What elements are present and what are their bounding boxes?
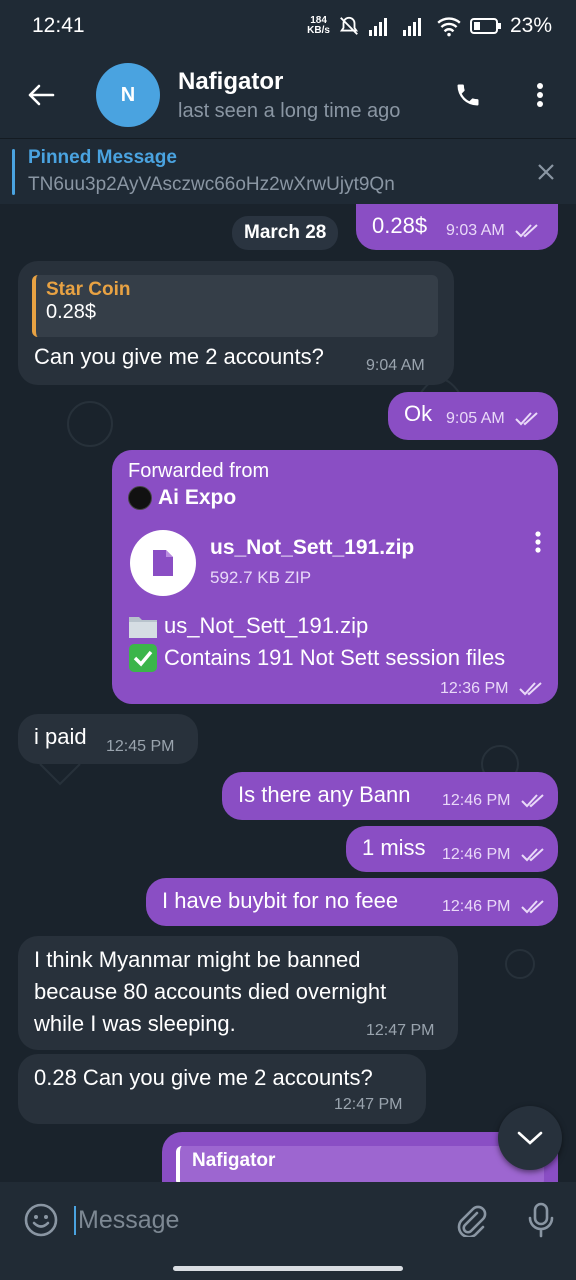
message-time: 12:46 PM [442, 898, 511, 915]
message-bubble-outgoing[interactable]: Ok 9:05 AM [388, 392, 558, 440]
status-bar: 12:41 184 KB/s 23% [0, 0, 576, 52]
message-time: 12:46 PM [442, 792, 511, 809]
battery-percent: 23% [509, 14, 552, 37]
home-indicator[interactable] [173, 1266, 403, 1271]
double-check-icon [521, 794, 544, 808]
pinned-message[interactable]: Pinned Message TN6uu3p2AyVAsczwc66oHz2wX… [0, 138, 576, 204]
file-icon [153, 550, 173, 576]
file-size: 592.7 KB ZIP [210, 568, 312, 587]
message-text: i paid [34, 724, 87, 749]
message-bubble-incoming[interactable]: Star Coin 0.28$ Can you give me 2 accoun… [18, 261, 454, 385]
chat-header: N Nafigator last seen a long time ago [0, 52, 576, 138]
more-vertical-icon [535, 531, 541, 553]
emoji-button[interactable] [0, 1202, 82, 1238]
reply-quote-text: 0.28$ [46, 301, 97, 323]
double-check-icon [521, 900, 544, 914]
reply-quote[interactable]: Nafigator [176, 1146, 544, 1182]
message-time: 9:04 AM [366, 357, 425, 374]
avatar[interactable]: N [96, 63, 160, 127]
pinned-label: Pinned Message [28, 147, 177, 168]
bell-muted-icon [339, 16, 359, 35]
source-avatar [128, 486, 152, 510]
status-icons: 184 KB/s 23% [307, 14, 552, 38]
message-bubble-incoming[interactable]: I think Myanmar might be banned because … [18, 936, 458, 1050]
status-time: 12:41 [32, 14, 85, 37]
message-time: 12:47 PM [366, 1022, 435, 1039]
date-separator: March 28 [232, 216, 339, 250]
chevron-down-icon [517, 1131, 543, 1145]
message-text-line-3: while I was sleeping. [34, 1011, 236, 1036]
message-text: 0.28$ [372, 213, 428, 238]
double-check-icon [521, 848, 544, 862]
call-button[interactable] [432, 52, 504, 138]
more-button[interactable] [504, 52, 576, 138]
pinned-value: TN6uu3p2AyVAsczwc66oHz2wXrwUjyt9Qn [28, 174, 395, 195]
message-text: 0.28 Can you give me 2 accounts? [34, 1065, 373, 1090]
signal-icon [368, 18, 387, 36]
message-text-line-2: because 80 accounts died overnight [34, 979, 387, 1004]
reply-quote-name: Star Coin [46, 279, 131, 300]
message-bubble-outgoing[interactable]: 0.28$ 9:03 AM [356, 204, 558, 250]
file-name[interactable]: us_Not_Sett_191.zip [210, 536, 414, 560]
system-nav-bar [0, 1258, 576, 1280]
reply-quote[interactable]: Star Coin 0.28$ [32, 275, 438, 337]
microphone-icon [528, 1202, 554, 1238]
double-check-icon [515, 224, 538, 238]
close-icon [538, 163, 554, 180]
message-time: 12:47 PM [334, 1096, 403, 1113]
arrow-left-icon [28, 84, 55, 106]
scroll-down-button[interactable] [498, 1106, 562, 1170]
back-button[interactable] [0, 52, 82, 138]
message-bubble-outgoing[interactable]: Is there any Bann 12:46 PM [222, 772, 558, 820]
net-speed: 184 KB/s [307, 15, 330, 36]
chat-area[interactable]: 0.28$ 9:03 AM March 28 Star Coin 0.28$ C… [0, 204, 576, 1182]
paperclip-icon [457, 1205, 487, 1237]
forwarded-file-message[interactable]: Forwarded from Ai Expo us_Not_Sett_191.z… [112, 450, 558, 704]
folder-icon [129, 617, 157, 638]
smile-icon [24, 1203, 58, 1237]
message-time: 12:36 PM [440, 680, 509, 697]
more-vertical-icon [537, 83, 543, 107]
caption-line-2: Contains 191 Not Sett session files [164, 645, 506, 670]
message-text: 1 miss [362, 835, 426, 860]
chat-name: Nafigator [178, 67, 284, 95]
signal-icon-2 [402, 18, 421, 36]
battery-icon [469, 18, 501, 34]
forwarded-label: Forwarded from [128, 460, 270, 482]
message-bubble-outgoing[interactable]: I have buybit for no feee 12:46 PM [146, 878, 558, 926]
message-text: Is there any Bann [238, 782, 411, 807]
chat-title-block[interactable]: Nafigator last seen a long time ago [178, 68, 432, 123]
message-input[interactable]: Message [74, 1205, 436, 1235]
phone-icon [457, 84, 479, 106]
double-check-icon [515, 412, 538, 426]
forwarded-source[interactable]: Ai Expo [128, 486, 236, 510]
pinned-accent-bar [12, 148, 15, 195]
voice-button[interactable] [506, 1202, 576, 1238]
double-check-icon [519, 682, 542, 696]
message-time: 12:45 PM [106, 738, 175, 755]
attach-button[interactable] [436, 1203, 506, 1237]
reply-quote-name: Nafigator [192, 1150, 276, 1171]
check-mark-icon [129, 644, 157, 672]
forwarded-source-name: Ai Expo [158, 486, 237, 509]
wifi-icon [437, 17, 461, 37]
message-time: 9:05 AM [446, 410, 505, 427]
pinned-close-button[interactable] [516, 163, 576, 181]
message-text: Can you give me 2 accounts? [34, 344, 324, 369]
message-text-line-1: I think Myanmar might be banned [34, 947, 361, 972]
file-download-button[interactable] [130, 530, 196, 596]
message-text: I have buybit for no feee [162, 888, 399, 913]
message-bubble-outgoing[interactable]: 1 miss 12:46 PM [346, 826, 558, 872]
message-time: 12:46 PM [442, 846, 511, 863]
file-menu-button[interactable] [534, 530, 542, 559]
caption-line-1: us_Not_Sett_191.zip [164, 613, 369, 638]
last-seen: last seen a long time ago [178, 99, 401, 122]
message-bubble-incoming[interactable]: 0.28 Can you give me 2 accounts? 12:47 P… [18, 1054, 426, 1124]
message-text: Ok [404, 401, 433, 426]
message-time: 9:03 AM [446, 222, 505, 239]
message-bubble-incoming[interactable]: i paid 12:45 PM [18, 714, 198, 764]
message-input-bar: Message [0, 1182, 576, 1258]
